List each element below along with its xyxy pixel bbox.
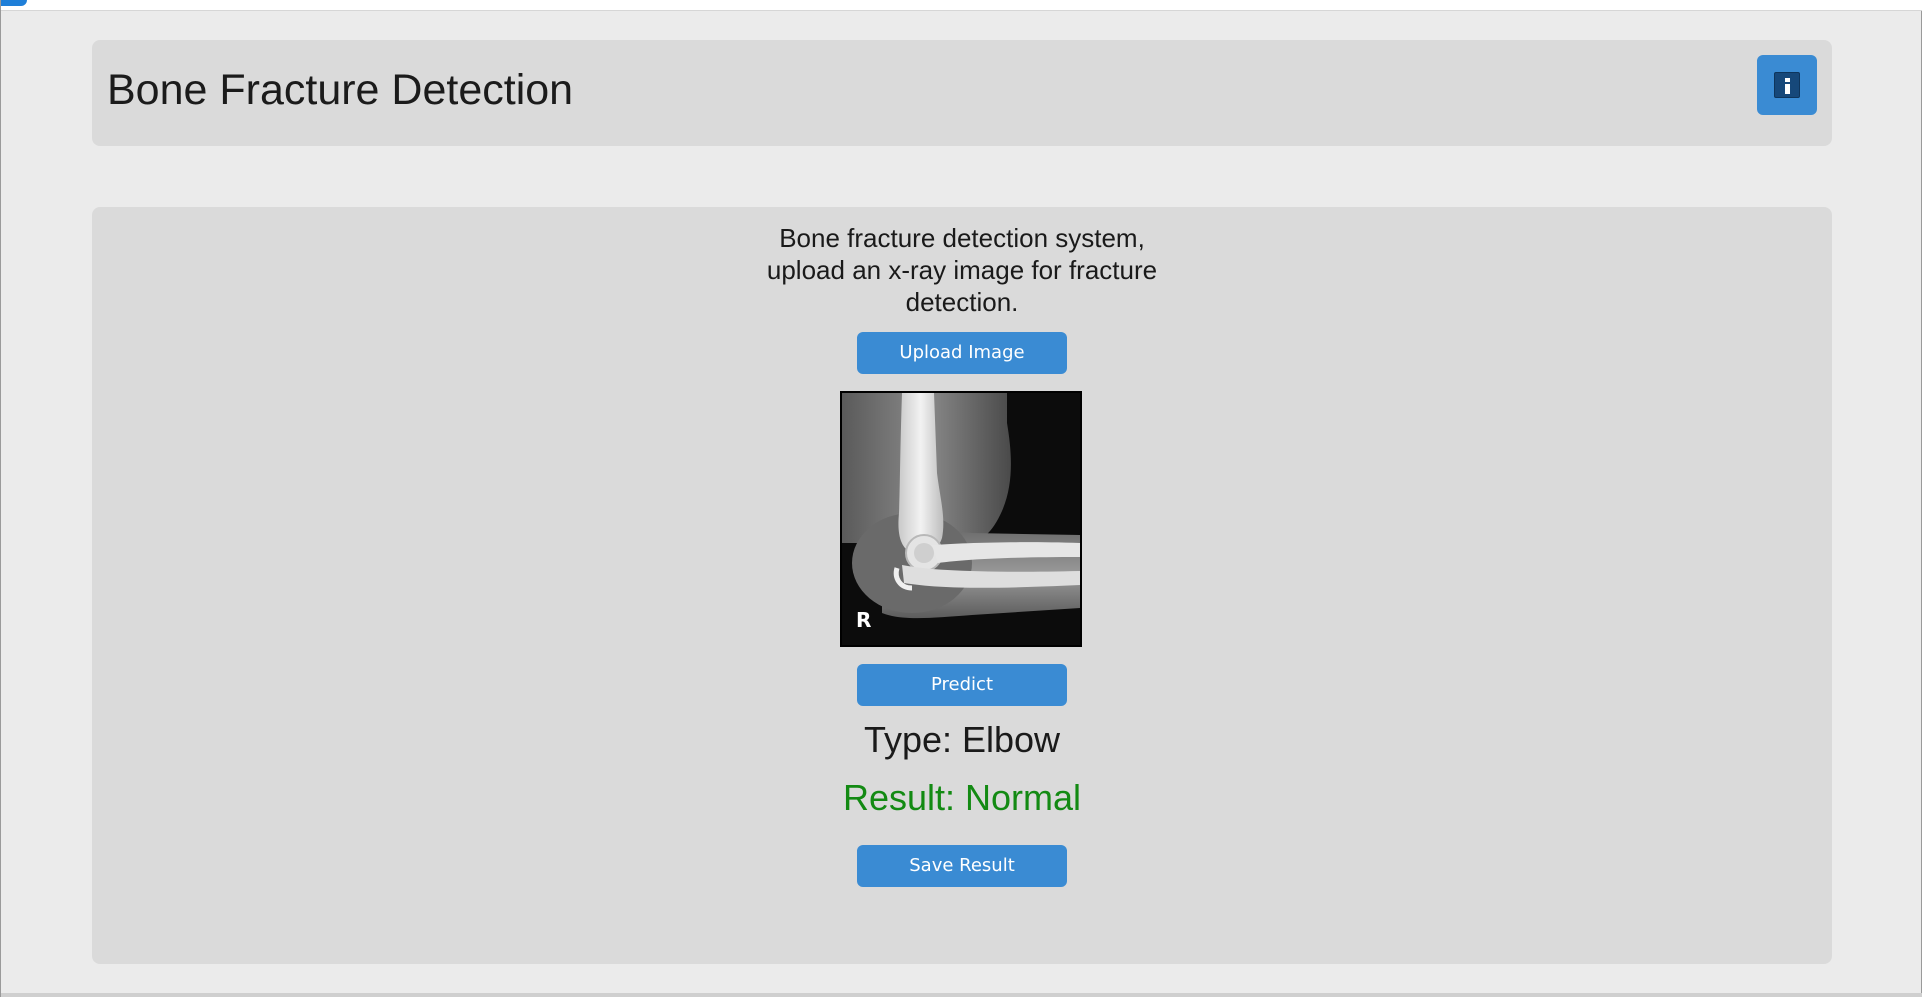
result-label: Result: Normal	[842, 777, 1082, 818]
app-window: Bone Fracture Detection Bone fracture de…	[0, 0, 1922, 997]
app-title: Bone Fracture Detection	[107, 66, 574, 114]
xray-elbow-graphic: R	[842, 393, 1080, 645]
xray-image: R	[840, 391, 1082, 647]
info-icon	[1774, 72, 1800, 98]
description-text: Bone fracture detection system, upload a…	[766, 223, 1158, 317]
type-label: Type: Elbow	[863, 719, 1061, 760]
info-button[interactable]	[1757, 55, 1817, 115]
window-corner-icon	[1, 0, 27, 6]
main-panel: Bone fracture detection system, upload a…	[92, 207, 1832, 964]
bottom-edge	[1, 993, 1922, 997]
window-title-strip	[1, 0, 1922, 11]
xray-marker-letter: R	[856, 608, 871, 632]
upload-image-button[interactable]: Upload Image	[857, 332, 1067, 374]
header-panel: Bone Fracture Detection	[92, 40, 1832, 146]
save-result-button[interactable]: Save Result	[857, 845, 1067, 887]
predict-button[interactable]: Predict	[857, 664, 1067, 706]
